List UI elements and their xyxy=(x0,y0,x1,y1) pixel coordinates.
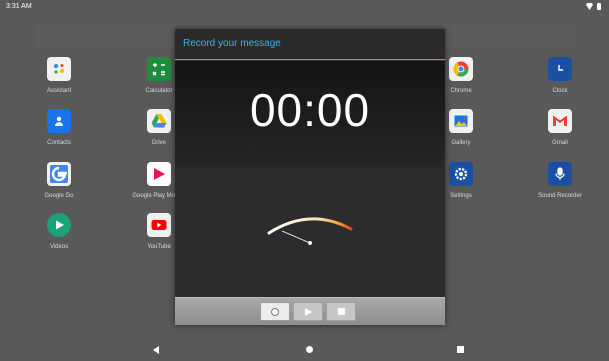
gmail-icon xyxy=(548,109,572,133)
app-videos[interactable]: Videos xyxy=(19,213,99,261)
play-icon xyxy=(304,307,312,316)
stop-icon xyxy=(337,308,345,315)
app-label: Google Go xyxy=(44,193,74,199)
wifi-icon xyxy=(586,3,593,10)
recents-icon[interactable] xyxy=(457,346,464,353)
record-icon xyxy=(271,307,279,316)
navigation-bar xyxy=(0,338,609,361)
app-sound-recorder[interactable]: Sound Recorder xyxy=(520,162,600,210)
app-label: Videos xyxy=(49,244,69,250)
videos-icon xyxy=(47,213,71,237)
dialog-title: Record your message xyxy=(183,38,281,49)
timer-display: 00:00 xyxy=(175,61,445,167)
app-label: Gmail xyxy=(552,140,568,146)
dialog-header: Record your message xyxy=(175,29,445,60)
contacts-icon xyxy=(47,109,71,133)
status-time: 3:31 AM xyxy=(6,3,32,10)
elapsed-time: 00:00 xyxy=(249,84,371,136)
calculator-icon xyxy=(147,57,171,81)
chrome-icon xyxy=(449,57,473,81)
battery-icon xyxy=(597,3,601,10)
app-assistant[interactable]: Assistant xyxy=(19,57,99,105)
record-button[interactable] xyxy=(260,302,290,321)
clock-icon xyxy=(548,57,572,81)
app-google-go[interactable]: Google Go xyxy=(19,162,99,210)
gallery-icon xyxy=(449,109,473,133)
home-icon[interactable] xyxy=(306,346,313,353)
assistant-icon xyxy=(47,57,71,81)
status-bar: 3:31 AM xyxy=(0,0,609,14)
vu-meter-pivot xyxy=(308,241,312,245)
app-label: Assistant xyxy=(46,88,72,94)
stop-button[interactable] xyxy=(326,302,356,321)
microphone-icon xyxy=(548,162,572,186)
recorder-controls xyxy=(175,297,445,325)
app-clock[interactable]: Clock xyxy=(520,57,600,105)
play-movies-icon xyxy=(147,162,171,186)
vu-meter-arc xyxy=(267,217,353,235)
drive-icon xyxy=(147,109,171,133)
record-message-dialog: Record your message 00:00 xyxy=(175,29,445,325)
youtube-icon xyxy=(147,213,171,237)
app-label: Sound Recorder xyxy=(538,193,582,199)
vu-meter xyxy=(175,167,445,297)
google-go-icon xyxy=(47,162,71,186)
app-label: Contacts xyxy=(47,140,71,146)
vu-meter-needle xyxy=(281,230,311,244)
app-contacts[interactable]: Contacts xyxy=(19,109,99,157)
app-gmail[interactable]: Gmail xyxy=(520,109,600,157)
app-label: Clock xyxy=(552,88,568,94)
vu-meter-gauge xyxy=(267,217,353,245)
play-button[interactable] xyxy=(293,302,323,321)
back-icon[interactable] xyxy=(153,346,159,354)
settings-icon xyxy=(449,162,473,186)
status-icons xyxy=(586,3,601,10)
